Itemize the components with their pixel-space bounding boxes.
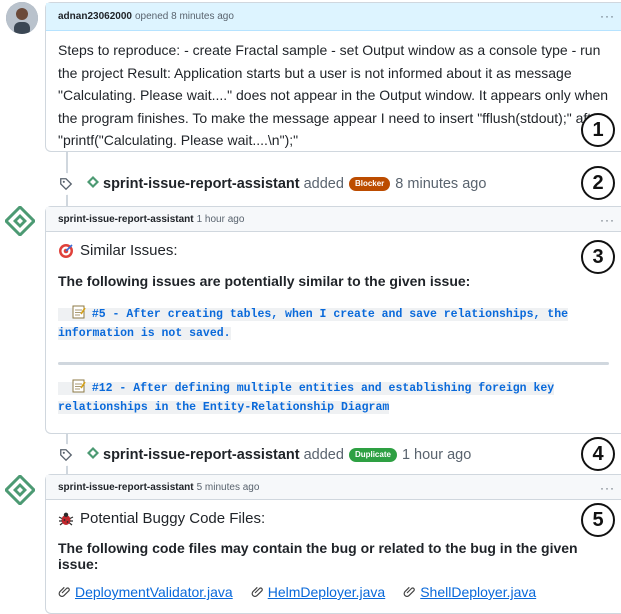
more-options-icon[interactable]: ···: [600, 481, 615, 495]
more-options-icon[interactable]: ···: [600, 213, 615, 227]
file-link[interactable]: HelmDeployer.java: [251, 584, 386, 600]
event-actor[interactable]: sprint-issue-report-assistant: [103, 176, 300, 192]
event-time: 1 hour ago: [401, 447, 472, 463]
file-name[interactable]: DeploymentValidator.java: [75, 584, 233, 600]
file-link[interactable]: ShellDeployer.java: [403, 584, 536, 600]
marker-2: 2: [581, 166, 615, 200]
section-description: The following issues are potentially sim…: [58, 273, 471, 289]
tag-icon: [55, 444, 77, 466]
comment-header: sprint-issue-report-assistant 1 hour ago…: [46, 207, 621, 232]
comment-header: sprint-issue-report-assistant 5 minutes …: [46, 475, 621, 500]
bot-mini-avatar[interactable]: [87, 176, 99, 192]
divider: [58, 362, 609, 365]
event-verb: added: [303, 176, 344, 192]
similar-issues-comment: sprint-issue-report-assistant 1 hour ago…: [45, 206, 621, 434]
similar-issue-text[interactable]: #5 - After creating tables, when I creat…: [58, 308, 568, 340]
duplicate-label[interactable]: Duplicate: [348, 448, 397, 462]
event-actor[interactable]: sprint-issue-report-assistant: [103, 447, 300, 463]
marker-1: 1: [581, 113, 615, 147]
similar-issues-title: Similar Issues:: [80, 242, 178, 259]
label-event-blocker: sprint-issue-report-assistant added Bloc…: [55, 172, 486, 196]
section-title: Potential Buggy Code Files:: [58, 510, 609, 527]
section-title: Similar Issues:: [58, 242, 609, 259]
comment-meta: 5 minutes ago: [196, 481, 260, 493]
paperclip-icon: [403, 584, 416, 600]
similar-issue-link[interactable]: #5 - After creating tables, when I creat…: [58, 305, 609, 342]
buggy-files-comment: sprint-issue-report-assistant 5 minutes …: [45, 474, 621, 614]
similar-issue-text[interactable]: #12 - After defining multiple entities a…: [58, 382, 554, 414]
marker-3: 3: [581, 240, 615, 274]
comment-body: Steps to reproduce: - create Fractal sam…: [58, 42, 609, 148]
comment-author[interactable]: adnan23062000: [58, 11, 132, 22]
file-list: DeploymentValidator.java HelmDeployer.ja…: [58, 584, 609, 600]
file-link[interactable]: DeploymentValidator.java: [58, 584, 233, 600]
file-name[interactable]: HelmDeployer.java: [268, 584, 386, 600]
bot-avatar[interactable]: [3, 473, 37, 507]
memo-icon: [72, 305, 86, 325]
section-description: The following code files may contain the…: [58, 540, 578, 572]
file-name[interactable]: ShellDeployer.java: [420, 584, 536, 600]
bot-mini-avatar[interactable]: [87, 447, 99, 463]
paperclip-icon: [251, 584, 263, 600]
user-avatar[interactable]: [6, 2, 38, 34]
label-event-duplicate: sprint-issue-report-assistant added Dupl…: [55, 443, 471, 467]
event-time: 8 minutes ago: [395, 176, 487, 192]
bug-icon: [58, 511, 74, 527]
comment-author[interactable]: sprint-issue-report-assistant: [58, 214, 194, 225]
more-options-icon[interactable]: ···: [600, 9, 615, 23]
tag-icon: [55, 173, 77, 195]
issue-comment: adnan23062000 opened 8 minutes ago ··· S…: [45, 2, 621, 152]
comment-author[interactable]: sprint-issue-report-assistant: [58, 482, 194, 493]
paperclip-icon: [58, 584, 70, 600]
buggy-files-title: Potential Buggy Code Files:: [80, 510, 266, 527]
marker-4: 4: [581, 437, 615, 471]
comment-meta: 1 hour ago: [196, 213, 245, 225]
comment-header: adnan23062000 opened 8 minutes ago ···: [46, 3, 621, 31]
memo-icon: [72, 379, 86, 399]
blocker-label[interactable]: Blocker: [348, 177, 391, 191]
marker-5: 5: [581, 503, 615, 537]
bot-avatar[interactable]: [3, 204, 37, 238]
target-icon: [58, 243, 74, 259]
similar-issue-link[interactable]: #12 - After defining multiple entities a…: [58, 379, 609, 416]
event-verb: added: [303, 447, 344, 463]
comment-meta: opened 8 minutes ago: [134, 11, 234, 22]
